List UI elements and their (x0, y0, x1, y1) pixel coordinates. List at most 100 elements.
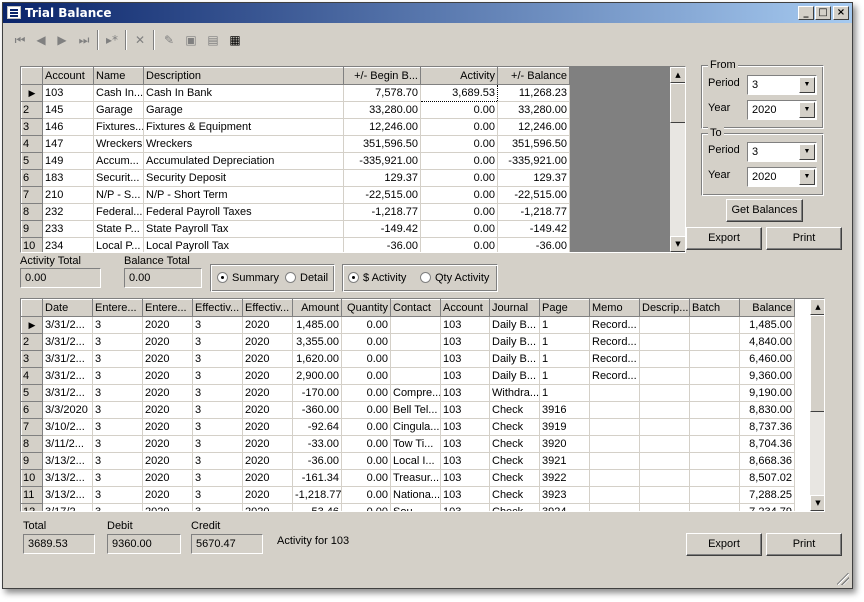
current-row-icon[interactable]: ▶ (21, 316, 43, 334)
table-row[interactable]: 11 3/13/2... 3 2020 3 2020 -1,218.77 0.00 Nation… (21, 486, 795, 504)
cell-contact[interactable]: Treasur... (390, 469, 441, 487)
chevron-down-icon[interactable]: ▼ (799, 169, 815, 185)
chevron-down-icon[interactable]: ▼ (799, 102, 815, 118)
cell-date[interactable]: 3/10/2... (42, 418, 93, 436)
cell-effective-year[interactable]: 2020 (242, 333, 293, 351)
cell-page[interactable]: 3920 (539, 435, 590, 453)
cell-begin-balance[interactable]: -36.00 (343, 237, 421, 252)
cell-batch[interactable] (689, 503, 740, 511)
cell-activity[interactable]: 0.00 (420, 186, 498, 204)
col-header-date[interactable]: Date (42, 299, 93, 317)
cell-description[interactable]: Accumulated Depreciation (143, 152, 344, 170)
cell-amount[interactable]: -92.64 (292, 418, 342, 436)
properties-icon[interactable]: ▦ (226, 31, 244, 49)
cell-amount[interactable]: -161.34 (292, 469, 342, 487)
cell-description[interactable]: N/P - Short Term (143, 186, 344, 204)
cell-date[interactable]: 3/17/2... (42, 503, 93, 511)
cell-account[interactable]: 103 (440, 418, 490, 436)
cancel-icon[interactable]: ▤ (204, 31, 222, 49)
table-row[interactable]: 3 146 Fixtures... Fixtures & Equipment 12,24… (21, 118, 570, 136)
cell-contact[interactable]: Sou... (390, 503, 441, 511)
cell-balance[interactable]: 8,737.36 (739, 418, 795, 436)
cell-activity[interactable]: 0.00 (420, 237, 498, 252)
cell-journal[interactable]: Withdra... (489, 384, 540, 402)
minimize-button[interactable]: _ (798, 6, 814, 20)
col-header-balance[interactable]: +/- Balance (497, 67, 570, 85)
cell-effective-period[interactable]: 3 (192, 384, 243, 402)
cell-contact[interactable] (390, 316, 441, 334)
cell-description[interactable]: Fixtures & Equipment (143, 118, 344, 136)
cell-date[interactable]: 3/13/2... (42, 486, 93, 504)
cell-balance[interactable]: 8,830.00 (739, 401, 795, 419)
cell-account[interactable]: 183 (42, 169, 94, 187)
cell-entered-year[interactable]: 2020 (142, 469, 193, 487)
cell-balance[interactable]: 33,280.00 (497, 101, 570, 119)
col-header-effective-period[interactable]: Effectiv... (192, 299, 243, 317)
cell-contact[interactable] (390, 367, 441, 385)
cell-activity[interactable]: 0.00 (420, 101, 498, 119)
cell-account[interactable]: 210 (42, 186, 94, 204)
cell-account[interactable]: 103 (440, 367, 490, 385)
cell-quantity[interactable]: 0.00 (341, 350, 391, 368)
cell-balance[interactable]: -36.00 (497, 237, 570, 252)
cell-memo[interactable] (589, 384, 640, 402)
row-header[interactable]: 9 (21, 220, 43, 238)
accounts-grid[interactable]: Account Name Description +/- Begin B... … (20, 66, 686, 253)
scroll-thumb[interactable] (810, 315, 824, 412)
cell-balance[interactable]: 8,668.36 (739, 452, 795, 470)
col-header-effective-year[interactable]: Effectiv... (242, 299, 293, 317)
row-header[interactable]: 2 (21, 333, 43, 351)
cell-journal[interactable]: Daily B... (489, 350, 540, 368)
row-header[interactable]: 12 (21, 503, 43, 511)
cell-entered-year[interactable]: 2020 (142, 367, 193, 385)
cell-entered-period[interactable]: 3 (92, 469, 143, 487)
cell-amount[interactable]: -36.00 (292, 452, 342, 470)
get-balances-button[interactable]: Get Balances (726, 199, 803, 222)
cell-begin-balance[interactable]: -1,218.77 (343, 203, 421, 221)
cell-entered-period[interactable]: 3 (92, 435, 143, 453)
cell-name[interactable]: State P... (93, 220, 144, 238)
cell-journal[interactable]: Check (489, 401, 540, 419)
cell-balance[interactable]: 8,507.02 (739, 469, 795, 487)
transactions-grid[interactable]: Date Entere... Entere... Effectiv... Effecti… (20, 298, 825, 512)
cell-name[interactable]: Federal... (93, 203, 144, 221)
cell-batch[interactable] (689, 333, 740, 351)
cell-activity[interactable]: 0.00 (420, 152, 498, 170)
cell-effective-period[interactable]: 3 (192, 503, 243, 511)
transactions-scrollbar[interactable]: ▲ ▼ (810, 299, 824, 511)
cell-activity[interactable]: 3,689.53 (420, 84, 498, 102)
cell-journal[interactable]: Check (489, 486, 540, 504)
col-header-page[interactable]: Page (539, 299, 590, 317)
cell-date[interactable]: 3/3/2020 (42, 401, 93, 419)
cell-date[interactable]: 3/31/2... (42, 367, 93, 385)
cell-quantity[interactable]: 0.00 (341, 316, 391, 334)
cell-page[interactable]: 1 (539, 333, 590, 351)
row-header[interactable]: 6 (21, 401, 43, 419)
table-row[interactable]: 12 3/17/2... 3 2020 3 2020 -53.46 0.00 Sou... 103… (21, 503, 795, 511)
cell-entered-period[interactable]: 3 (92, 401, 143, 419)
cell-entered-year[interactable]: 2020 (142, 401, 193, 419)
row-header[interactable]: 2 (21, 101, 43, 119)
col-header-batch[interactable]: Batch (689, 299, 740, 317)
table-row[interactable]: 4 147 Wreckers Wreckers 351,596.50 0.00 351,59… (21, 135, 570, 153)
cell-memo[interactable]: Record... (589, 316, 640, 334)
cell-description[interactable]: Cash In Bank (143, 84, 344, 102)
prev-record-icon[interactable]: ◀ (32, 31, 50, 49)
row-header[interactable]: 4 (21, 367, 43, 385)
cell-description[interactable] (639, 435, 690, 453)
cell-account[interactable]: 103 (440, 486, 490, 504)
cell-contact[interactable]: Cingula... (390, 418, 441, 436)
cell-page[interactable]: 3919 (539, 418, 590, 436)
cell-quantity[interactable]: 0.00 (341, 401, 391, 419)
cell-account[interactable]: 103 (440, 401, 490, 419)
detail-radio[interactable]: Detail (285, 272, 328, 284)
cell-entered-year[interactable]: 2020 (142, 384, 193, 402)
cell-account[interactable]: 233 (42, 220, 94, 238)
cell-account[interactable]: 103 (440, 435, 490, 453)
row-header[interactable]: 5 (21, 384, 43, 402)
cell-effective-year[interactable]: 2020 (242, 401, 293, 419)
cell-effective-period[interactable]: 3 (192, 333, 243, 351)
table-row[interactable]: ▶ 3/31/2... 3 2020 3 2020 1,485.00 0.00 103 Daily… (21, 316, 795, 334)
cell-effective-period[interactable]: 3 (192, 401, 243, 419)
cell-amount[interactable]: -53.46 (292, 503, 342, 511)
